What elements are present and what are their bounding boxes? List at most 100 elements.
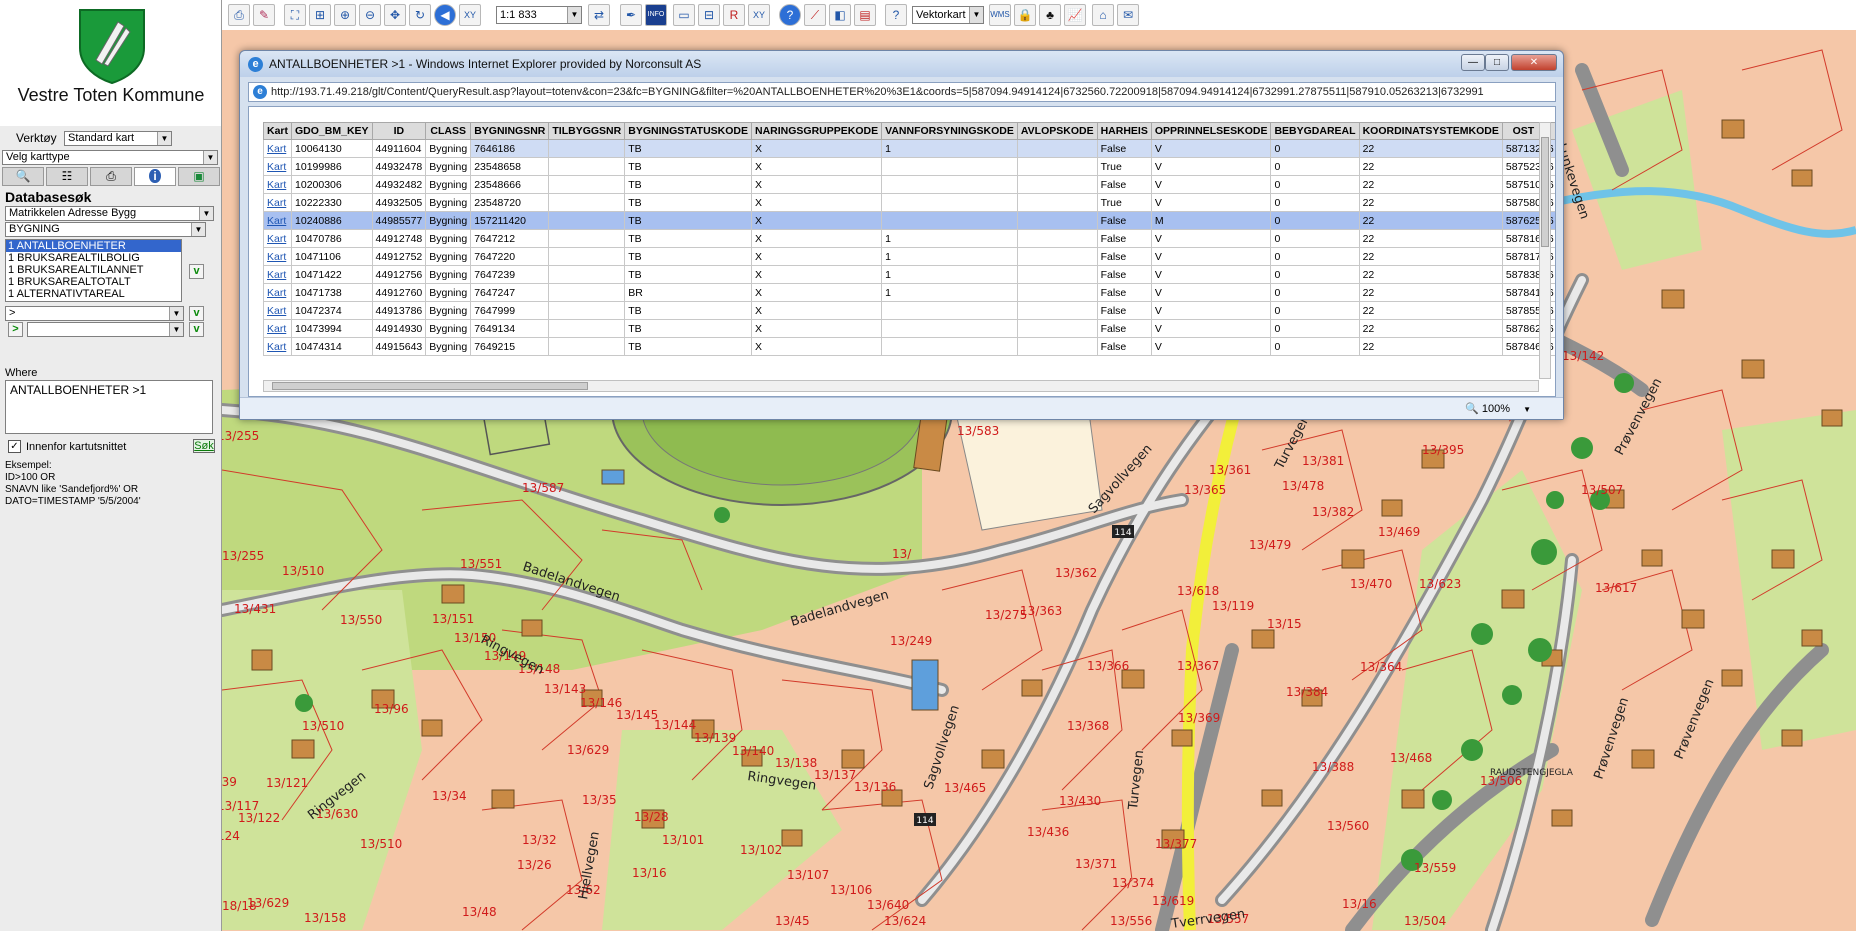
map-type-select[interactable]: Vektorkart ▼ bbox=[912, 6, 984, 24]
map-link[interactable]: Kart bbox=[262, 193, 293, 212]
tab-export[interactable]: ▣ bbox=[178, 167, 220, 186]
table-row[interactable]: Kart 10199986 44932478 Bygning 23548658 TB X Tr… bbox=[262, 157, 1555, 176]
table-select[interactable]: BYGNING ▼ bbox=[5, 222, 206, 237]
list-item[interactable]: 1 ALTERNATIVTAREAL bbox=[6, 288, 181, 300]
table-row[interactable]: Kart 10471106 44912752 Bygning 7647220 TB X 1 Fa… bbox=[262, 247, 1555, 266]
zoom-full-icon[interactable]: ⊞ bbox=[309, 4, 331, 26]
close-button[interactable]: ✕ bbox=[1511, 54, 1557, 71]
draw-icon[interactable]: ✒ bbox=[620, 4, 642, 26]
table-row[interactable]: Kart 10470786 44912748 Bygning 7647212 TB X 1 Fa… bbox=[262, 229, 1555, 248]
tab-database[interactable]: i bbox=[134, 167, 176, 186]
value-arrow-button[interactable]: > bbox=[8, 322, 23, 337]
add-operator-button[interactable]: v bbox=[189, 306, 204, 321]
maximize-button[interactable]: □ bbox=[1485, 54, 1509, 71]
scrollbar-thumb[interactable] bbox=[272, 382, 588, 390]
add-attribute-button[interactable]: v bbox=[189, 264, 204, 279]
table-row[interactable]: Kart 10064130 44911604 Bygning 7646186 TB X 1 Fa… bbox=[262, 139, 1555, 158]
r-icon[interactable]: R bbox=[723, 4, 745, 26]
zoom-level[interactable]: 🔍 100% ▼ bbox=[1465, 402, 1531, 415]
search-button[interactable]: Søk bbox=[193, 439, 215, 453]
table-row[interactable]: Kart 10471738 44912760 Bygning 7647247 BR X 1 Fa… bbox=[262, 283, 1555, 302]
column-header[interactable]: Kart bbox=[262, 122, 293, 140]
measure-icon[interactable]: ⊟ bbox=[698, 4, 720, 26]
column-header[interactable]: GDO_BM_KEY bbox=[291, 122, 373, 140]
map-link[interactable]: Kart bbox=[262, 247, 293, 266]
wms-icon[interactable]: WMS bbox=[989, 4, 1011, 26]
table-row[interactable]: Kart 10222330 44932505 Bygning 23548720 TB X Tr… bbox=[262, 193, 1555, 212]
pan-icon[interactable]: ✥ bbox=[384, 4, 406, 26]
window-titlebar[interactable]: e ANTALLBOENHETER >1 - Windows Internet … bbox=[240, 51, 1563, 77]
add-value-button[interactable]: v bbox=[189, 322, 204, 337]
map-link[interactable]: Kart bbox=[262, 175, 293, 194]
zoom-extent-icon[interactable]: ⛶ bbox=[284, 4, 306, 26]
xy-coord-icon[interactable]: XY bbox=[748, 4, 770, 26]
map-link[interactable]: Kart bbox=[262, 319, 293, 338]
minimize-button[interactable]: — bbox=[1461, 54, 1485, 71]
scrollbar-thumb[interactable] bbox=[1541, 137, 1549, 247]
column-header[interactable]: BEBYGDAREAL bbox=[1270, 122, 1360, 140]
map-link[interactable]: Kart bbox=[262, 301, 293, 320]
inside-extent-checkbox[interactable]: ✓ bbox=[8, 440, 21, 453]
list-item[interactable]: 1 BRUKSAREALTILANNET bbox=[6, 264, 181, 276]
column-header[interactable]: ID bbox=[371, 122, 427, 140]
value-select[interactable]: ▼ bbox=[27, 322, 184, 337]
zoom-in-icon[interactable]: ⊕ bbox=[334, 4, 356, 26]
column-header[interactable]: HARHEIS bbox=[1096, 122, 1152, 140]
info-land-icon[interactable]: INFO bbox=[645, 4, 667, 26]
column-header[interactable]: AVLOPSKODE bbox=[1016, 122, 1098, 140]
table-row[interactable]: Kart 10471422 44912756 Bygning 7647239 TB X 1 Fa… bbox=[262, 265, 1555, 284]
operator-select-1[interactable]: > ▼ bbox=[5, 306, 184, 321]
mail-icon[interactable]: ✉ bbox=[1117, 4, 1139, 26]
table-row[interactable]: Kart 10472374 44913786 Bygning 7647999 TB X Fal… bbox=[262, 301, 1555, 320]
tab-search[interactable]: 🔍 bbox=[2, 167, 44, 186]
profile-icon[interactable]: ⟋ bbox=[804, 4, 826, 26]
eraser-icon[interactable]: ✎ bbox=[253, 4, 275, 26]
map-link[interactable]: Kart bbox=[262, 229, 293, 248]
horizontal-scrollbar[interactable] bbox=[263, 380, 1539, 392]
table-row[interactable]: Kart 10240886 44985577 Bygning 157211420 TB X F… bbox=[262, 211, 1555, 230]
karttype-select[interactable]: Velg karttype ▼ bbox=[2, 150, 218, 165]
help-icon[interactable]: ? bbox=[779, 4, 801, 26]
table-row[interactable]: Kart 10474314 44915643 Bygning 7649215 TB X Fal… bbox=[262, 337, 1555, 356]
map-link[interactable]: Kart bbox=[262, 283, 293, 302]
column-header[interactable]: BYGNINGSNR bbox=[470, 122, 550, 140]
map-link[interactable]: Kart bbox=[262, 337, 293, 356]
list-item[interactable]: 1 BRUKSAREALTILBOLIG bbox=[6, 252, 181, 264]
column-header[interactable]: OPPRINNELSESKODE bbox=[1150, 122, 1272, 140]
xy-icon[interactable]: XY bbox=[459, 4, 481, 26]
map-link[interactable]: Kart bbox=[262, 139, 293, 158]
print-icon[interactable]: ⎙ bbox=[228, 4, 250, 26]
layers-icon[interactable]: ◧ bbox=[829, 4, 851, 26]
question-icon[interactable]: ? bbox=[885, 4, 907, 26]
map-link[interactable]: Kart bbox=[262, 265, 293, 284]
list-item[interactable]: 1 BRUKSAREALTOTALT bbox=[6, 276, 181, 288]
tree-icon[interactable]: ♣ bbox=[1039, 4, 1061, 26]
list-item[interactable]: 1 ANTALLBOENHETER bbox=[6, 240, 181, 252]
attribute-list[interactable]: 1 ANTALLBOENHETER 1 BRUKSAREALTILBOLIG 1… bbox=[5, 239, 182, 302]
column-header[interactable]: VANNFORSYNINGSKODE bbox=[881, 122, 1018, 140]
tab-print[interactable]: ⎙ bbox=[90, 167, 132, 186]
chart-icon[interactable]: 📈 bbox=[1064, 4, 1086, 26]
refresh-icon[interactable]: ↻ bbox=[409, 4, 431, 26]
column-header[interactable]: BYGNINGSTATUSKODE bbox=[624, 122, 753, 140]
tab-layers[interactable]: ☷ bbox=[46, 167, 88, 186]
table-icon[interactable]: ▤ bbox=[854, 4, 876, 26]
back-icon[interactable]: ◀ bbox=[434, 4, 456, 26]
table-row[interactable]: Kart 10473994 44914930 Bygning 7649134 TB X Fal… bbox=[262, 319, 1555, 338]
zoom-out-icon[interactable]: ⊖ bbox=[359, 4, 381, 26]
column-header[interactable]: NARINGSGRUPPEKODE bbox=[751, 122, 883, 140]
scale-select[interactable]: 1:1 833 ▼ bbox=[496, 6, 582, 24]
home-icon[interactable]: ⌂ bbox=[1092, 4, 1114, 26]
table-row[interactable]: Kart 10200306 44932482 Bygning 23548666 TB X Fa… bbox=[262, 175, 1555, 194]
database-select[interactable]: Matrikkelen Adresse Bygg ▼ bbox=[5, 206, 214, 221]
vertical-scrollbar[interactable] bbox=[1539, 122, 1551, 379]
verktoy-select[interactable]: Standard kart ▼ bbox=[64, 131, 172, 146]
column-header[interactable]: TILBYGGSNR bbox=[548, 122, 626, 140]
map-link[interactable]: Kart bbox=[262, 211, 293, 230]
column-header[interactable]: KOORDINATSYSTEMKODE bbox=[1358, 122, 1503, 140]
ruler-icon[interactable]: ▭ bbox=[673, 4, 695, 26]
address-bar[interactable]: e http://193.71.49.218/glt/Content/Query… bbox=[248, 82, 1556, 102]
lock-icon[interactable]: 🔒 bbox=[1014, 4, 1036, 26]
where-textarea[interactable]: ANTALLBOENHETER >1 bbox=[5, 380, 213, 434]
column-header[interactable]: CLASS bbox=[425, 122, 472, 140]
